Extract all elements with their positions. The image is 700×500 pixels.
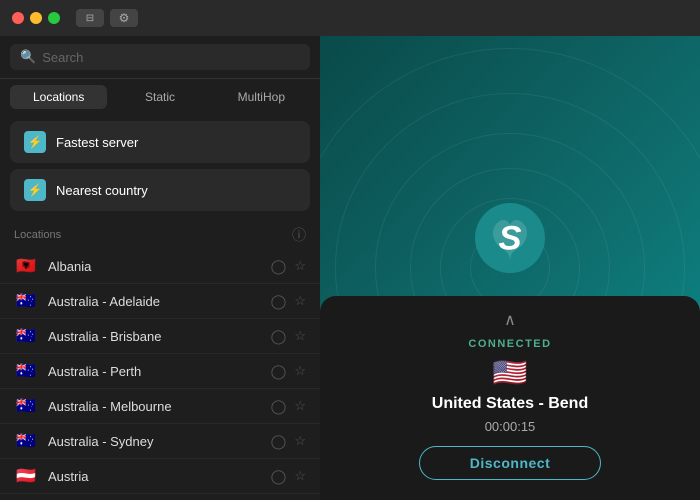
flag-australia-melbourne: 🇦🇺 [14, 397, 38, 415]
location-name-australia-adelaide: Australia - Adelaide [48, 294, 261, 309]
signal-icon: ◯ [271, 258, 287, 275]
tabs-bar: Locations Static MultiHop [0, 79, 320, 115]
star-icon[interactable]: ☆ [294, 398, 306, 414]
close-button[interactable] [12, 12, 24, 24]
location-actions-albania: ◯ ☆ [271, 258, 306, 275]
search-bar: 🔍 [0, 36, 320, 79]
list-item[interactable]: 🇦🇹 Austria ◯ ☆ [0, 459, 320, 494]
traffic-lights [12, 12, 60, 24]
flag-australia-brisbane: 🇦🇺 [14, 327, 38, 345]
signal-icon: ◯ [271, 433, 287, 450]
title-bar: ⊟ ⚙ [0, 0, 700, 36]
fastest-icon: ⚡ [24, 131, 46, 153]
flag-australia-perth: 🇦🇺 [14, 362, 38, 380]
signal-icon: ◯ [271, 398, 287, 415]
signal-icon: ◯ [271, 328, 287, 345]
location-actions-aus-melbourne: ◯ ☆ [271, 398, 306, 415]
star-icon[interactable]: ☆ [294, 363, 306, 379]
tab-multihop[interactable]: MultiHop [213, 85, 310, 109]
right-panel: S ∧ CONNECTED 🇺🇸 United States - Bend 00… [320, 36, 700, 500]
fastest-server-button[interactable]: ⚡ Fastest server [10, 121, 310, 163]
settings-gear-btn[interactable]: ⚙ [110, 9, 138, 27]
location-name-australia-brisbane: Australia - Brisbane [48, 329, 261, 344]
location-actions-aus-perth: ◯ ☆ [271, 363, 306, 380]
signal-icon: ◯ [271, 468, 287, 485]
window-control-btn[interactable]: ⊟ [76, 9, 104, 27]
flag-austria: 🇦🇹 [14, 467, 38, 485]
maximize-button[interactable] [48, 12, 60, 24]
list-item[interactable]: 🇦🇿 Azerbaijan ◯ ☆ [0, 494, 320, 500]
location-name-australia-melbourne: Australia - Melbourne [48, 399, 261, 414]
search-icon: 🔍 [20, 49, 36, 65]
flag-australia-adelaide: 🇦🇺 [14, 292, 38, 310]
location-actions-aus-adelaide: ◯ ☆ [271, 293, 306, 310]
list-item[interactable]: 🇦🇺 Australia - Melbourne ◯ ☆ [0, 389, 320, 424]
tab-locations[interactable]: Locations [10, 85, 107, 109]
search-input[interactable] [42, 50, 300, 65]
connected-location-name: United States - Bend [432, 395, 588, 413]
minimize-button[interactable] [30, 12, 42, 24]
connected-panel: ∧ CONNECTED 🇺🇸 United States - Bend 00:0… [320, 296, 700, 500]
vpn-logo: S [475, 203, 545, 273]
tab-static[interactable]: Static [111, 85, 208, 109]
fastest-server-label: Fastest server [56, 135, 138, 150]
location-actions-aus-brisbane: ◯ ☆ [271, 328, 306, 345]
star-icon[interactable]: ☆ [294, 258, 306, 274]
location-actions-austria: ◯ ☆ [271, 468, 306, 485]
disconnect-button[interactable]: Disconnect [419, 446, 601, 480]
star-icon[interactable]: ☆ [294, 293, 306, 309]
star-icon[interactable]: ☆ [294, 328, 306, 344]
sidebar: 🔍 Locations Static MultiHop ⚡ Fastest se… [0, 36, 320, 500]
title-bar-controls: ⊟ ⚙ [76, 9, 138, 27]
svg-text:S: S [498, 220, 521, 258]
locations-section-label: Locations [14, 229, 61, 241]
connected-country-flag: 🇺🇸 [493, 356, 528, 389]
location-actions-aus-sydney: ◯ ☆ [271, 433, 306, 450]
search-wrapper: 🔍 [10, 44, 310, 70]
chevron-up-icon[interactable]: ∧ [504, 310, 516, 330]
location-name-australia-sydney: Australia - Sydney [48, 434, 261, 449]
location-list: 🇦🇱 Albania ◯ ☆ 🇦🇺 Australia - Adelaide ◯… [0, 249, 320, 500]
locations-header: Locations ⓘ [0, 217, 320, 249]
nearest-icon: ⚡ [24, 179, 46, 201]
connection-status-badge: CONNECTED [468, 338, 551, 350]
star-icon[interactable]: ☆ [294, 433, 306, 449]
signal-icon: ◯ [271, 363, 287, 380]
location-name-austria: Austria [48, 469, 261, 484]
flag-albania: 🇦🇱 [14, 257, 38, 275]
flag-australia-sydney: 🇦🇺 [14, 432, 38, 450]
list-item[interactable]: 🇦🇺 Australia - Adelaide ◯ ☆ [0, 284, 320, 319]
list-item[interactable]: 🇦🇺 Australia - Brisbane ◯ ☆ [0, 319, 320, 354]
info-icon[interactable]: ⓘ [292, 225, 306, 245]
connection-timer: 00:00:15 [485, 419, 536, 434]
star-icon[interactable]: ☆ [294, 468, 306, 484]
location-name-albania: Albania [48, 259, 261, 274]
quick-actions: ⚡ Fastest server ⚡ Nearest country [0, 115, 320, 217]
nearest-country-label: Nearest country [56, 183, 148, 198]
surfshark-logo-svg: S [490, 213, 530, 263]
list-item[interactable]: 🇦🇱 Albania ◯ ☆ [0, 249, 320, 284]
main-content: 🔍 Locations Static MultiHop ⚡ Fastest se… [0, 36, 700, 500]
list-item[interactable]: 🇦🇺 Australia - Sydney ◯ ☆ [0, 424, 320, 459]
list-item[interactable]: 🇦🇺 Australia - Perth ◯ ☆ [0, 354, 320, 389]
signal-icon: ◯ [271, 293, 287, 310]
location-name-australia-perth: Australia - Perth [48, 364, 261, 379]
nearest-country-button[interactable]: ⚡ Nearest country [10, 169, 310, 211]
